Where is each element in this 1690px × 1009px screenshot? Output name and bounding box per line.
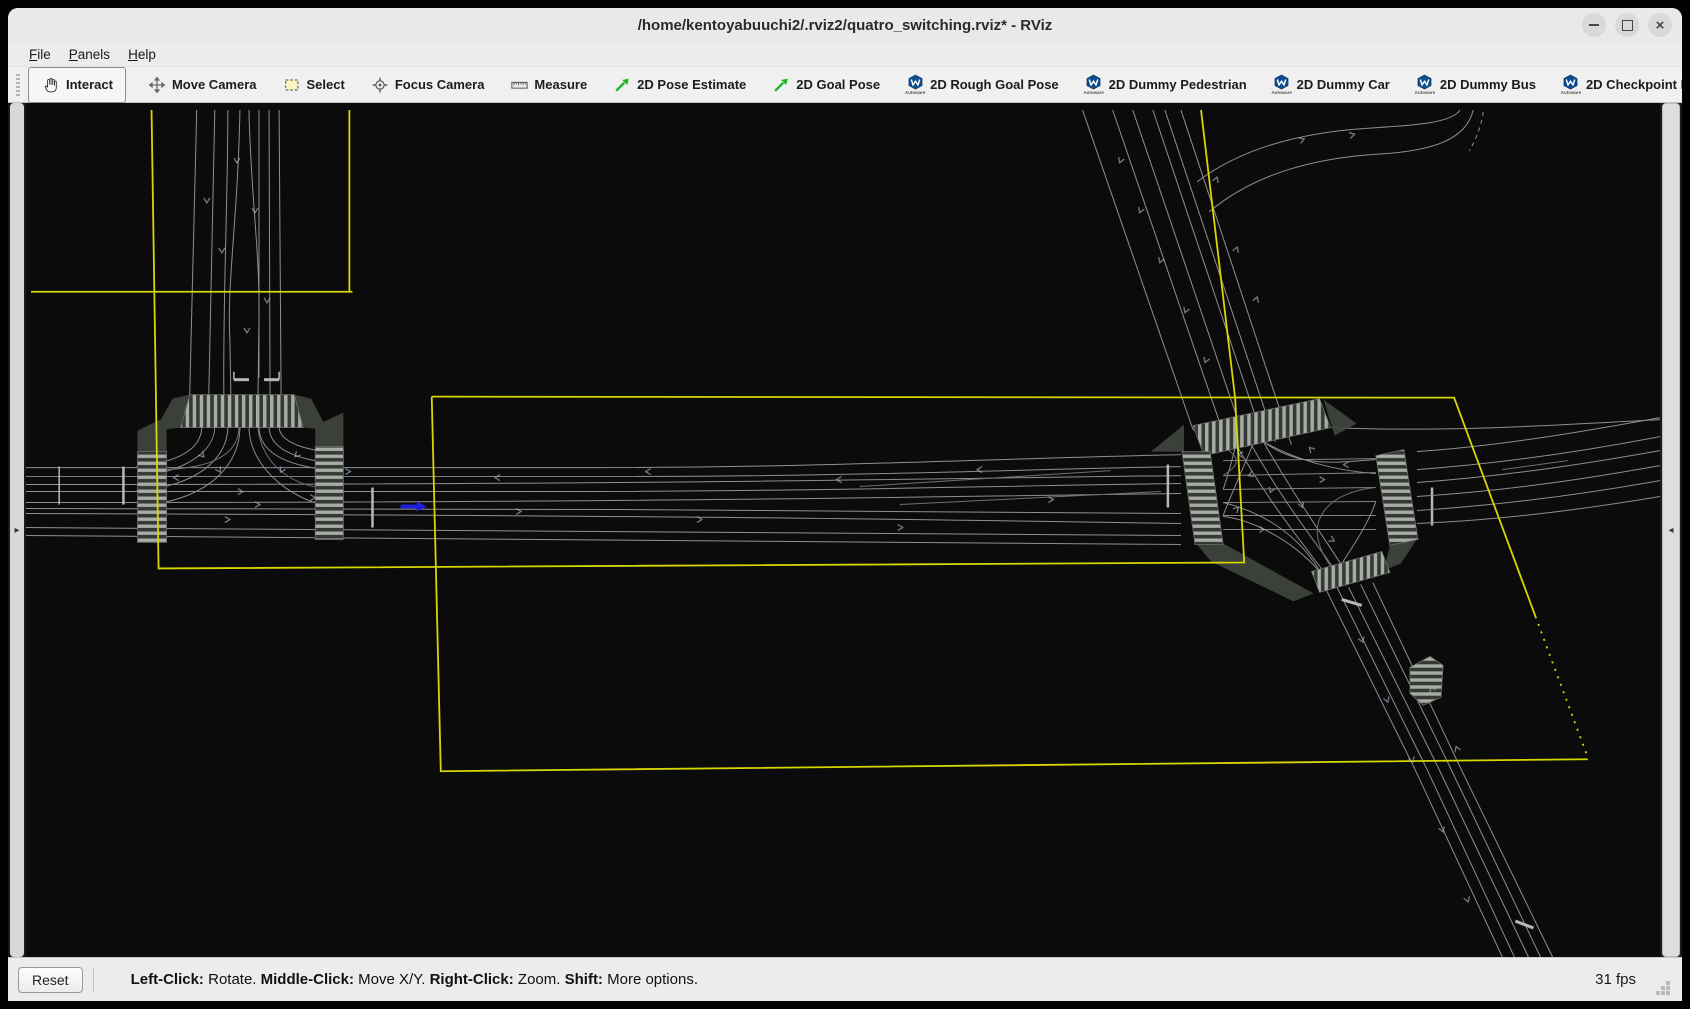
tool-label: Move Camera	[172, 77, 257, 92]
lanelet-map	[26, 103, 1660, 957]
right-dock-handle[interactable]: ◂	[1662, 103, 1680, 957]
window-title: /home/kentoyabuuchi2/.rviz2/quatro_switc…	[638, 17, 1053, 34]
tool-bar: Interact Move Camera Select Focus Camera	[8, 66, 1682, 103]
main-area: ▸	[8, 103, 1682, 957]
tool-label: 2D Checkpoint Pose	[1586, 77, 1682, 92]
rviz-window: /home/kentoyabuuchi2/.rviz2/quatro_switc…	[8, 8, 1682, 1001]
tool-label: 2D Dummy Pedestrian	[1109, 77, 1247, 92]
tool-2d-dummy-bus[interactable]: Autoware 2D Dummy Bus	[1406, 70, 1545, 100]
autoware-caption: Autoware	[1083, 91, 1104, 95]
maximize-icon	[1622, 20, 1633, 31]
tool-move-camera[interactable]: Move Camera	[138, 70, 266, 100]
title-bar[interactable]: /home/kentoyabuuchi2/.rviz2/quatro_switc…	[8, 8, 1682, 42]
menu-file[interactable]: File	[20, 45, 60, 64]
tool-label: 2D Dummy Bus	[1440, 77, 1536, 92]
left-dock-handle[interactable]: ▸	[10, 103, 24, 957]
close-icon: ×	[1656, 18, 1665, 33]
map-boundary-lines	[31, 110, 1588, 771]
move-arrows-icon	[147, 73, 167, 97]
resize-grip[interactable]	[1666, 991, 1670, 995]
tool-label: Interact	[66, 77, 113, 92]
autoware-icon: Autoware	[905, 73, 925, 97]
tool-2d-rough-goal-pose[interactable]: Autoware 2D Rough Goal Pose	[896, 70, 1068, 100]
focus-crosshair-icon	[370, 73, 390, 97]
tool-label: 2D Rough Goal Pose	[930, 77, 1059, 92]
tool-2d-goal-pose[interactable]: 2D Goal Pose	[762, 70, 889, 100]
tool-2d-dummy-car[interactable]: Autoware 2D Dummy Car	[1263, 70, 1399, 100]
tool-label: Measure	[534, 77, 587, 92]
menu-panels[interactable]: Panels	[60, 45, 119, 64]
tool-label: 2D Pose Estimate	[637, 77, 746, 92]
close-button[interactable]: ×	[1648, 13, 1672, 37]
right-dock-arrow-icon: ◂	[1668, 525, 1673, 536]
mouse-hints: Left-Click: Rotate. Middle-Click: Move X…	[106, 954, 698, 1001]
menu-bar: File Panels Help	[8, 42, 1682, 66]
tool-2d-dummy-pedestrian[interactable]: Autoware 2D Dummy Pedestrian	[1075, 70, 1256, 100]
green-arrow-icon	[612, 73, 632, 97]
autoware-icon: Autoware	[1561, 73, 1581, 97]
toolbar-drag-handle[interactable]	[16, 74, 20, 96]
pose-marker	[401, 502, 427, 512]
tool-2d-pose-estimate[interactable]: 2D Pose Estimate	[603, 70, 755, 100]
status-bar: Reset Left-Click: Rotate. Middle-Click: …	[8, 957, 1682, 1001]
autoware-caption: Autoware	[1271, 91, 1292, 95]
tool-label: Select	[307, 77, 345, 92]
menu-help[interactable]: Help	[119, 45, 165, 64]
autoware-caption: Autoware	[1415, 91, 1436, 95]
reset-button[interactable]: Reset	[18, 967, 83, 993]
tool-focus-camera[interactable]: Focus Camera	[361, 70, 494, 100]
ruler-icon	[509, 73, 529, 97]
minimize-button[interactable]	[1582, 13, 1606, 37]
window-controls: ×	[1582, 13, 1672, 37]
tool-label: Focus Camera	[395, 77, 485, 92]
selection-box-icon	[282, 73, 302, 97]
minimize-icon	[1589, 24, 1599, 26]
tool-interact[interactable]: Interact	[28, 67, 126, 103]
fps-counter: 31 fps	[1595, 971, 1636, 988]
status-separator	[93, 967, 94, 993]
3d-viewport[interactable]	[26, 103, 1660, 957]
autoware-icon: Autoware	[1084, 73, 1104, 97]
tool-label: 2D Goal Pose	[796, 77, 880, 92]
tool-select[interactable]: Select	[273, 70, 354, 100]
autoware-icon: Autoware	[1415, 73, 1435, 97]
lane-direction-arrows	[174, 131, 1471, 903]
autoware-caption: Autoware	[905, 91, 926, 95]
autoware-caption: Autoware	[1561, 91, 1582, 95]
left-dock-arrow-icon: ▸	[14, 525, 19, 536]
tool-label: 2D Dummy Car	[1297, 77, 1390, 92]
autoware-icon: Autoware	[1272, 73, 1292, 97]
green-arrow-icon	[771, 73, 791, 97]
tool-measure[interactable]: Measure	[500, 70, 596, 100]
hand-cursor-icon	[41, 73, 61, 97]
tool-2d-checkpoint-pose[interactable]: Autoware 2D Checkpoint Pose	[1552, 70, 1682, 100]
maximize-button[interactable]	[1615, 13, 1639, 37]
